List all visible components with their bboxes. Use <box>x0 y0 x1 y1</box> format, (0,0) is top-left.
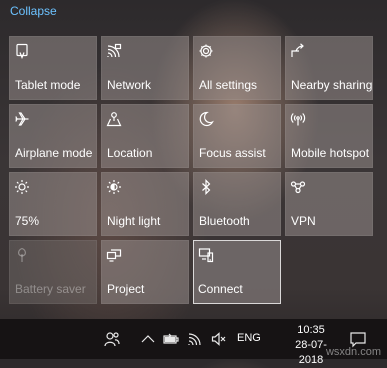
tablet-mode-icon <box>16 43 28 59</box>
tile-nearby-sharing[interactable]: Nearby sharing <box>285 36 373 100</box>
network-icon <box>107 43 122 58</box>
location-icon <box>106 112 122 127</box>
tile-network[interactable]: Network <box>101 36 189 100</box>
tile-label: Nearby sharing <box>291 78 373 92</box>
wifi-icon[interactable] <box>187 331 203 347</box>
tile-all-settings[interactable]: All settings <box>193 36 281 100</box>
tile-focus-assist[interactable]: Focus assist <box>193 104 281 168</box>
tile-brightness[interactable]: 75% <box>9 172 97 236</box>
tile-label: Tablet mode <box>15 78 81 92</box>
tile-project[interactable]: Project <box>101 240 189 304</box>
tile-label: Connect <box>198 282 243 296</box>
quick-actions-grid: Tablet mode Network All settings Nearby … <box>9 36 373 304</box>
moon-icon <box>199 111 214 127</box>
airplane-icon <box>15 112 29 126</box>
battery-icon[interactable] <box>163 331 179 347</box>
tile-location[interactable]: Location <box>101 104 189 168</box>
tile-night-light[interactable]: Night light <box>101 172 189 236</box>
tile-bluetooth[interactable]: Bluetooth <box>193 172 281 236</box>
brightness-value: 75% <box>15 214 40 228</box>
connect-icon <box>198 248 214 263</box>
chevron-up-icon[interactable] <box>140 331 156 347</box>
tile-label: Airplane mode <box>15 146 93 160</box>
tile-vpn[interactable]: VPN <box>285 172 373 236</box>
taskbar: ENG 10:35 28-07-2018 wsxdn.com <box>0 319 387 366</box>
bluetooth-icon <box>202 179 211 195</box>
brightness-icon <box>15 180 29 194</box>
gear-icon <box>199 44 213 58</box>
battery-saver-icon <box>18 247 26 262</box>
tile-mobile-hotspot[interactable]: Mobile hotspot <box>285 104 373 168</box>
tile-label: VPN <box>291 214 316 228</box>
collapse-link[interactable]: Collapse <box>10 4 57 18</box>
share-icon <box>291 43 304 57</box>
tile-label: Focus assist <box>199 146 266 160</box>
tile-label: Night light <box>107 214 161 228</box>
volume-muted-icon[interactable] <box>211 331 227 347</box>
people-icon[interactable] <box>104 331 120 347</box>
clock-time: 10:35 <box>297 324 325 336</box>
tile-connect[interactable]: Connect <box>193 240 281 304</box>
tile-label: Location <box>107 146 153 160</box>
vpn-icon <box>290 181 306 194</box>
tile-label: All settings <box>199 78 258 92</box>
tile-battery-saver[interactable]: Battery saver <box>9 240 97 304</box>
night-light-icon <box>107 180 121 194</box>
project-icon <box>106 249 122 262</box>
language-indicator[interactable]: ENG <box>237 332 261 344</box>
hotspot-icon <box>290 113 306 126</box>
tile-label: Mobile hotspot <box>291 146 370 160</box>
tile-label: Battery saver <box>15 282 86 296</box>
tile-label: Network <box>107 78 152 92</box>
watermark: wsxdn.com <box>325 346 381 358</box>
tile-label: Project <box>107 282 145 296</box>
tile-tablet-mode[interactable]: Tablet mode <box>9 36 97 100</box>
tile-airplane-mode[interactable]: Airplane mode <box>9 104 97 168</box>
tile-label: Bluetooth <box>199 214 250 228</box>
